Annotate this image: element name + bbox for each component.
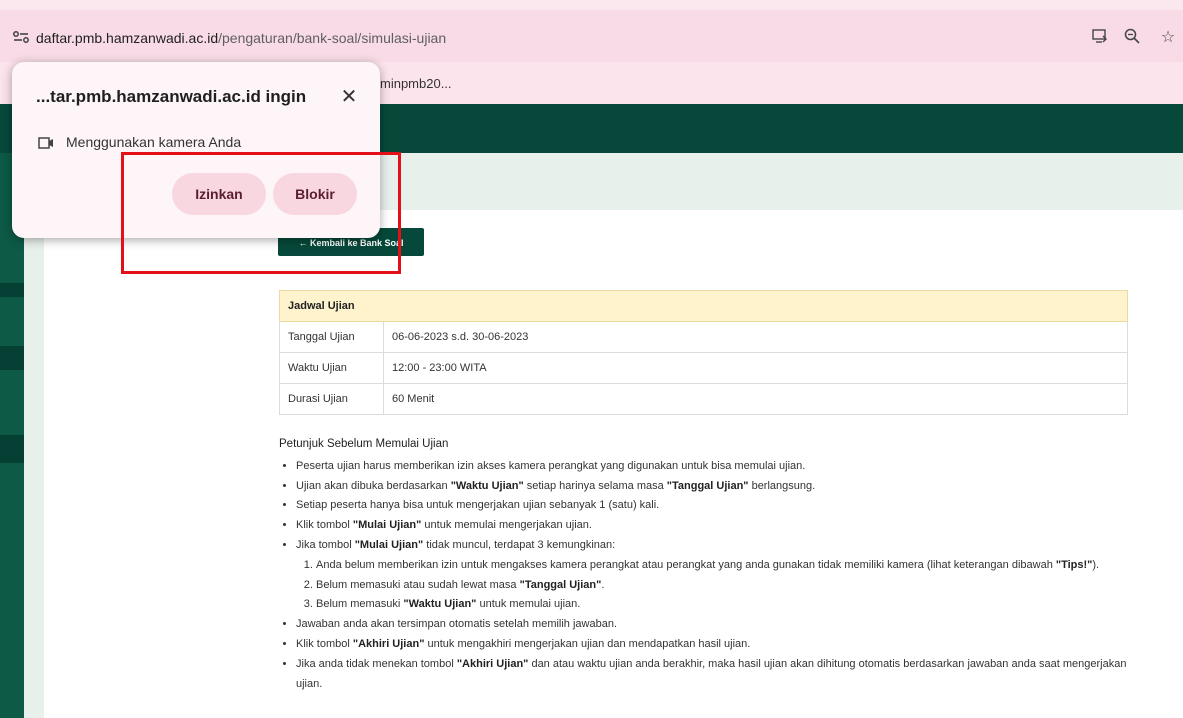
list-item: Klik tombol "Akhiri Ujian" untuk mengakh… <box>296 635 1149 655</box>
list-item: Peserta ujian harus memberikan izin akse… <box>296 457 1149 477</box>
url-text[interactable]: daftar.pmb.hamzanwadi.ac.id/pengaturan/b… <box>36 30 446 46</box>
row-label: Tanggal Ujian <box>279 321 384 353</box>
sub-list-item: Anda belum memberikan izin untuk mengaks… <box>316 556 1149 576</box>
instruction-text: Jika tombol <box>296 538 355 551</box>
camera-icon <box>38 136 54 150</box>
site-info-icon[interactable] <box>12 29 30 43</box>
table-row: Waktu Ujian 12:00 - 23:00 WITA <box>279 352 1128 384</box>
sidebar-item[interactable] <box>0 283 24 297</box>
instruction-text: untuk memulai ujian. <box>476 598 581 611</box>
user-name[interactable]: minpmb20... <box>380 76 452 91</box>
table-row: Tanggal Ujian 06-06-2023 s.d. 30-06-2023 <box>279 321 1128 353</box>
instruction-text: berlangsung. <box>748 479 816 492</box>
exam-instructions: Petunjuk Sebelum Memulai Ujian Peserta u… <box>279 435 1149 694</box>
instruction-text: setiap harinya selama masa <box>523 479 667 492</box>
jadwal-ujian-table: Jadwal Ujian Tanggal Ujian 06-06-2023 s.… <box>279 290 1128 415</box>
instruction-text: untuk mengakhiri mengerjakan ujian dan m… <box>424 637 751 650</box>
instruction-bold: "Akhiri Ujian" <box>352 637 425 650</box>
row-value: 12:00 - 23:00 WITA <box>383 352 1128 384</box>
row-label: Durasi Ujian <box>279 383 384 415</box>
url-path: /pengaturan/bank-soal/simulasi-ujian <box>218 30 447 46</box>
instruction-text: Peserta ujian harus memberikan izin akse… <box>296 459 806 472</box>
instruction-text: ). <box>1092 558 1100 571</box>
sidebar-item[interactable] <box>0 435 24 463</box>
instruction-bold: "Waktu Ujian" <box>450 479 524 492</box>
row-label: Waktu Ujian <box>279 352 384 384</box>
close-icon[interactable]: ✕ <box>338 84 360 109</box>
instruction-text: Jika anda tidak menekan tombol <box>296 657 457 670</box>
instruction-bold: "Tanggal Ujian" <box>519 578 602 591</box>
instruction-bold: "Mulai Ujian" <box>354 538 424 551</box>
instruction-bold: "Tanggal Ujian" <box>666 479 749 492</box>
list-item: Setiap peserta hanya bisa untuk mengerja… <box>296 496 1149 516</box>
list-item: Jawaban anda akan tersimpan otomatis set… <box>296 615 1149 635</box>
url-host: daftar.pmb.hamzanwadi.ac.id <box>36 30 219 46</box>
instruction-text: Setiap peserta hanya bisa untuk mengerja… <box>296 499 660 512</box>
highlight-annotation <box>121 152 401 274</box>
list-item: Jika anda tidak menekan tombol "Akhiri U… <box>296 655 1149 695</box>
jadwal-header: Jadwal Ujian <box>279 290 1128 322</box>
instruction-text: Ujian akan dibuka berdasarkan <box>296 479 451 492</box>
list-item: Klik tombol "Mulai Ujian" untuk memulai … <box>296 516 1149 536</box>
popup-title: ...tar.pmb.hamzanwadi.ac.id ingin <box>36 87 307 106</box>
row-value: 60 Menit <box>383 383 1128 415</box>
zoom-icon[interactable] <box>1122 27 1142 47</box>
tab-strip <box>0 0 1183 10</box>
sub-list-item: Belum memasuki "Waktu Ujian" untuk memul… <box>316 595 1149 615</box>
row-value: 06-06-2023 s.d. 30-06-2023 <box>383 321 1128 353</box>
sidebar-item[interactable] <box>0 346 24 370</box>
table-row: Durasi Ujian 60 Menit <box>279 383 1128 415</box>
sub-list-item: Belum memasuki atau sudah lewat masa "Ta… <box>316 576 1149 596</box>
bookmark-star-icon[interactable]: ☆ <box>1158 27 1178 47</box>
list-item: Ujian akan dibuka berdasarkan "Waktu Uji… <box>296 477 1149 497</box>
instruction-bold: "Mulai Ujian" <box>352 519 422 532</box>
list-item: Jika tombol "Mulai Ujian" tidak muncul, … <box>296 536 1149 615</box>
instruction-bold: "Waktu Ujian" <box>403 598 477 611</box>
install-app-icon[interactable] <box>1090 27 1110 47</box>
address-bar[interactable]: daftar.pmb.hamzanwadi.ac.id/pengaturan/b… <box>0 10 1183 62</box>
instruction-text: untuk memulai mengerjakan ujian. <box>421 519 592 532</box>
permission-text: Menggunakan kamera Anda <box>66 134 242 150</box>
instruction-text: Klik tombol <box>296 637 353 650</box>
instruction-text: Belum memasuki <box>316 598 404 611</box>
instruction-bold: "Akhiri Ujian" <box>456 657 529 670</box>
instruction-text: Klik tombol <box>296 519 353 532</box>
instruction-text: Anda belum memberikan izin untuk mengaks… <box>316 558 1056 571</box>
instruction-text: Jawaban anda akan tersimpan otomatis set… <box>296 618 618 631</box>
instruction-text: . <box>601 578 605 591</box>
instruction-text: Belum memasuki atau sudah lewat masa <box>316 578 520 591</box>
instructions-title: Petunjuk Sebelum Memulai Ujian <box>279 438 449 450</box>
sidebar <box>0 153 24 718</box>
instruction-text: tidak muncul, terdapat 3 kemungkinan: <box>423 538 616 551</box>
instruction-bold: "Tips!" <box>1055 558 1093 571</box>
